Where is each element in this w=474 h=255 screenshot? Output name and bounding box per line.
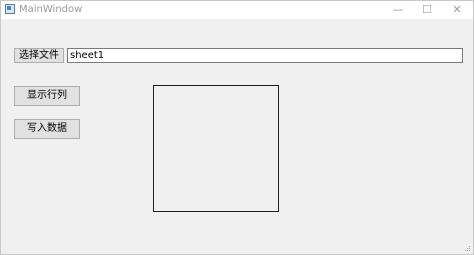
window-title: MainWindow (19, 4, 83, 15)
close-button[interactable]: ✕ (444, 1, 470, 19)
show-rows-columns-button[interactable]: 显示行列 (14, 86, 80, 106)
app-window-icon (5, 4, 15, 14)
display-frame (153, 85, 279, 212)
maximize-button[interactable]: ☐ (414, 1, 440, 19)
write-data-button[interactable]: 写入数据 (14, 119, 80, 139)
choose-file-button[interactable]: 选择文件 (14, 48, 64, 63)
file-name-input[interactable]: sheet1 (67, 48, 463, 63)
title-bar[interactable]: MainWindow — ☐ ✕ (1, 1, 473, 19)
main-window: MainWindow — ☐ ✕ 选择文件 sheet1 显示行列 写入数据 (0, 0, 474, 255)
resize-grip-icon[interactable] (463, 244, 471, 252)
minimize-button[interactable]: — (385, 1, 411, 19)
